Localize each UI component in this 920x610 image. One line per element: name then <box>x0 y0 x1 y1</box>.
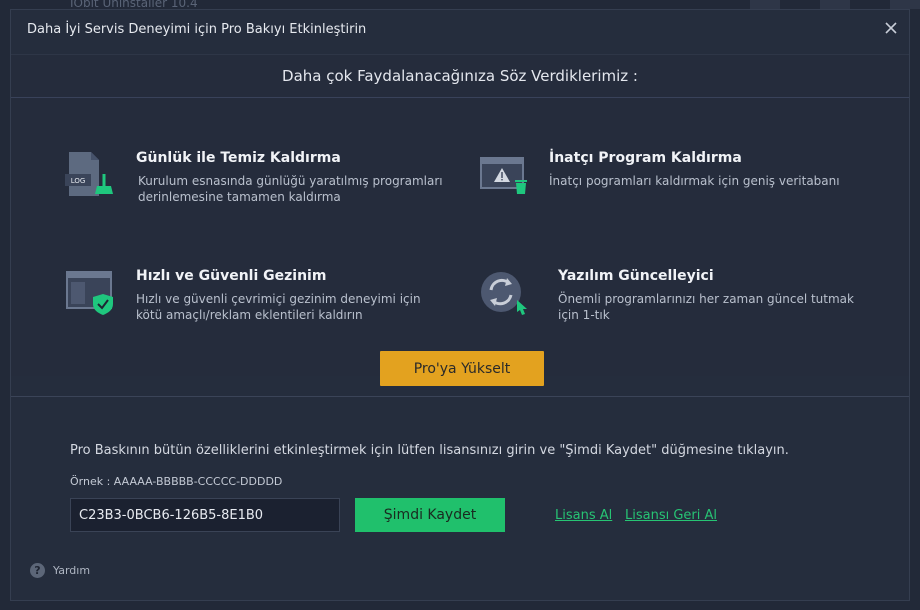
header-divider <box>11 97 909 98</box>
feature-title: Hızlı ve Güvenli Gezinim <box>136 268 327 284</box>
features-header: Daha çok Faydalanacağınıza Söz Verdikler… <box>282 67 638 85</box>
question-icon: ? <box>30 563 45 578</box>
help-button[interactable]: ? Yardım <box>30 563 90 578</box>
upgrade-to-pro-button[interactable]: Pro'ya Yükselt <box>380 351 544 386</box>
help-label: Yardım <box>53 564 91 577</box>
feature-safe-browsing: Hızlı ve Güvenli Gezinim Hızlı ve güvenl… <box>65 268 425 328</box>
svg-text:LOG: LOG <box>71 177 86 185</box>
features-panel: Daha çok Faydalanacağınıza Söz Verdikler… <box>11 54 909 376</box>
license-instructions: Pro Baskının bütün özelliklerini etkinle… <box>70 443 789 458</box>
buy-license-link[interactable]: Lisans Al <box>555 508 612 523</box>
close-button[interactable] <box>879 16 903 40</box>
retrieve-license-link[interactable]: Lisansı Geri Al <box>625 508 717 523</box>
refresh-update-icon <box>481 272 527 315</box>
log-file-broom-icon: LOG <box>65 152 113 196</box>
register-now-button[interactable]: Şimdi Kaydet <box>355 498 505 532</box>
feature-description: Önemli programlarınızı her zaman güncel … <box>558 292 854 322</box>
dialog-titlebar: Daha İyi Servis Deneyimi için Pro Bakıyı… <box>11 10 909 54</box>
browser-shield-icon <box>66 271 113 315</box>
license-example: Örnek : AAAAA-BBBBB-CCCCC-DDDDD <box>70 475 283 488</box>
background-window-controls <box>750 0 920 9</box>
feature-description: Hızlı ve güvenli çevrimiçi gezinim deney… <box>136 292 421 322</box>
feature-title: İnatçı Program Kaldırma <box>549 150 742 166</box>
stubborn-program-trash-icon <box>480 157 527 194</box>
pro-activation-dialog: Daha İyi Servis Deneyimi için Pro Bakıyı… <box>10 9 910 601</box>
feature-stubborn-uninstall: İnatçı Program Kaldırma İnatçı pogramlar… <box>479 150 840 210</box>
section-divider <box>11 396 909 397</box>
feature-title: Yazılım Güncelleyici <box>558 268 714 284</box>
license-key-input[interactable] <box>70 498 340 532</box>
feature-description: İnatçı pogramları kaldırmak için geniş v… <box>549 174 840 188</box>
feature-title: Günlük ile Temiz Kaldırma <box>136 150 341 166</box>
dialog-title: Daha İyi Servis Deneyimi için Pro Bakıyı… <box>27 22 367 37</box>
feature-description: Kurulum esnasında günlüğü yaratılmış pro… <box>138 174 443 204</box>
feature-log-uninstall: LOG Günlük ile Temiz Kaldırma Kurulum es… <box>65 150 443 210</box>
feature-software-updater: Yazılım Güncelleyici Önemli programların… <box>479 268 854 328</box>
close-icon <box>885 22 897 34</box>
